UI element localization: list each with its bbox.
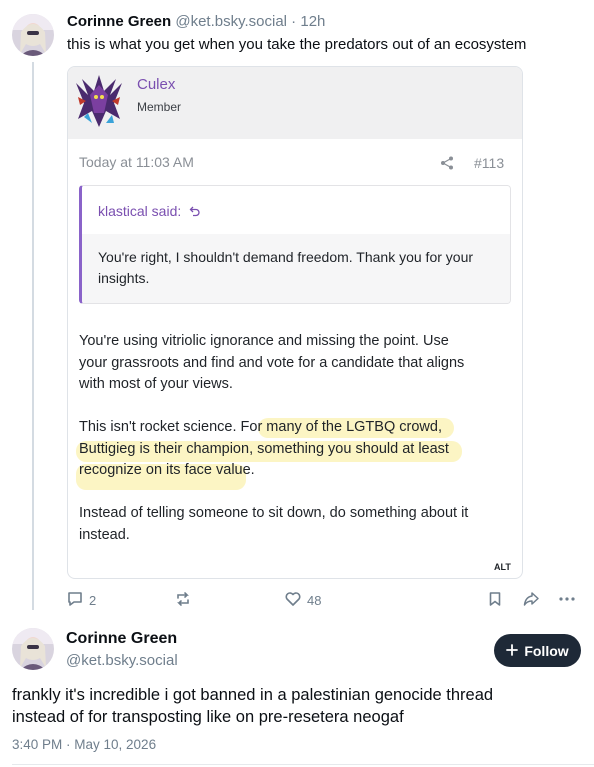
body-line: recognize on its face value. (79, 462, 255, 478)
embedded-image[interactable]: Culex Member Today at 11:03 AM #113 klas… (67, 66, 523, 579)
forum-post-body: You're using vitriolic ignorance and mis… (79, 331, 468, 546)
share-small-icon (440, 156, 454, 175)
repost-icon (174, 592, 192, 612)
plus-icon (506, 643, 519, 659)
share-button[interactable] (522, 590, 540, 613)
post-text-line: instead of for transposting like on pre-… (12, 708, 404, 726)
more-button[interactable] (558, 590, 576, 613)
quote-text-line: insights. (98, 270, 150, 286)
body-line: with most of your views. (79, 376, 233, 392)
post-timestamp[interactable]: 3:40 PM · May 10, 2026 (12, 737, 156, 752)
post-number: #113 (474, 155, 505, 171)
display-name[interactable]: Corinne Green (67, 13, 171, 30)
body-line: This isn't rocket science. For many of t… (79, 419, 442, 435)
body-line: instead. (79, 526, 130, 543)
post-text-line: frankly it's incredible i got banned in … (12, 686, 494, 704)
alt-badge[interactable]: ALT (494, 562, 511, 572)
share-icon (522, 592, 540, 612)
body-line: Instead of telling someone to sit down, … (79, 505, 469, 521)
handle[interactable]: @ket.bsky.social (175, 13, 287, 30)
forum-timestamp: Today at 11:03 AM (79, 154, 194, 170)
bookmark-icon (486, 592, 504, 612)
reply-count: 2 (89, 593, 97, 608)
forum-username: Culex (137, 76, 176, 93)
quote-author: klastical said: (98, 203, 201, 220)
follow-button[interactable]: Follow (494, 634, 581, 667)
reply-icon (66, 590, 84, 611)
forum-avatar (72, 73, 126, 129)
post-header: Corinne Green @ket.bsky.social · 12h (67, 13, 325, 30)
bookmark-button[interactable] (486, 590, 504, 613)
thread-line (32, 62, 34, 610)
forum-role: Member (137, 100, 182, 114)
quote-arrow-icon (189, 204, 201, 220)
forum-quote: klastical said: You're right, I shouldn'… (79, 185, 511, 304)
post-time[interactable]: · 12h (287, 13, 325, 30)
more-icon (558, 595, 576, 612)
repost-button[interactable] (174, 590, 192, 613)
follow-label: Follow (524, 642, 569, 659)
quote-text-line: You're right, I shouldn't demand freedom… (98, 249, 474, 265)
like-button[interactable]: 48 (284, 590, 321, 611)
body-line: Buttigieg is their champion, something y… (79, 440, 449, 457)
post-text: this is what you get when you take the p… (67, 36, 527, 53)
like-icon (284, 590, 302, 611)
body-line: your grassroots and find and vote for a … (79, 354, 465, 371)
display-name[interactable]: Corinne Green (66, 630, 177, 648)
body-line: You're using vitriolic ignorance and mis… (79, 333, 449, 349)
handle[interactable]: @ket.bsky.social (66, 652, 178, 669)
avatar[interactable] (12, 14, 54, 56)
like-count: 48 (307, 593, 322, 608)
quote-author-label: klastical said: (98, 203, 182, 219)
post-text: frankly it's incredible i got banned in … (12, 684, 493, 728)
divider (12, 764, 594, 765)
avatar[interactable] (12, 628, 54, 670)
reply-button[interactable]: 2 (66, 590, 96, 611)
